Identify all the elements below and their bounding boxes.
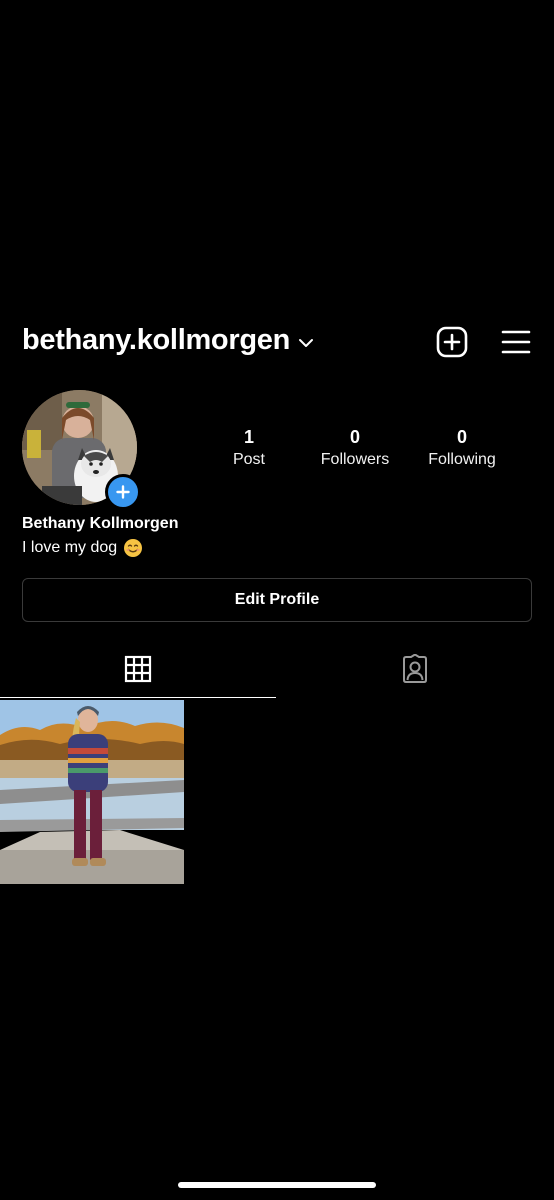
plus-icon — [116, 485, 130, 499]
posts-count-value: 1 — [243, 427, 254, 447]
smiling-face-emoji-icon — [123, 538, 143, 558]
post-thumbnail[interactable] — [0, 700, 184, 884]
following-count-value: 0 — [456, 427, 467, 447]
profile-full-name: Bethany Kollmorgen — [22, 515, 179, 532]
posts-count[interactable]: 1 Post — [194, 426, 304, 472]
home-indicator[interactable] — [178, 1182, 376, 1188]
profile-stats: 1 Post 0 Followers 0 Following — [0, 426, 554, 476]
following-count-label: Following — [428, 451, 496, 468]
add-square-icon[interactable] — [436, 326, 468, 363]
tagged-person-icon — [403, 654, 427, 683]
followers-count-value: 0 — [349, 427, 360, 447]
profile-tabs — [0, 640, 554, 698]
add-story-button[interactable] — [105, 474, 141, 510]
bio-text: I love my dog — [22, 539, 118, 556]
grid-icon — [124, 655, 152, 682]
account-switcher[interactable]: bethany.kollmorgen — [22, 324, 314, 357]
posts-count-label: Post — [232, 451, 265, 468]
tab-posts-grid[interactable] — [0, 640, 276, 698]
profile-bio: I love my dog — [22, 538, 143, 558]
tab-tagged[interactable] — [277, 640, 553, 698]
hamburger-menu-icon[interactable] — [500, 326, 532, 363]
profile-header: bethany.kollmorgen — [0, 320, 554, 366]
followers-count[interactable]: 0 Followers — [300, 426, 410, 472]
username: bethany.kollmorgen — [22, 324, 290, 356]
edit-profile-button[interactable]: Edit Profile — [22, 578, 532, 622]
followers-count-label: Followers — [320, 451, 390, 468]
chevron-down-icon — [298, 338, 314, 348]
following-count[interactable]: 0 Following — [407, 426, 517, 472]
